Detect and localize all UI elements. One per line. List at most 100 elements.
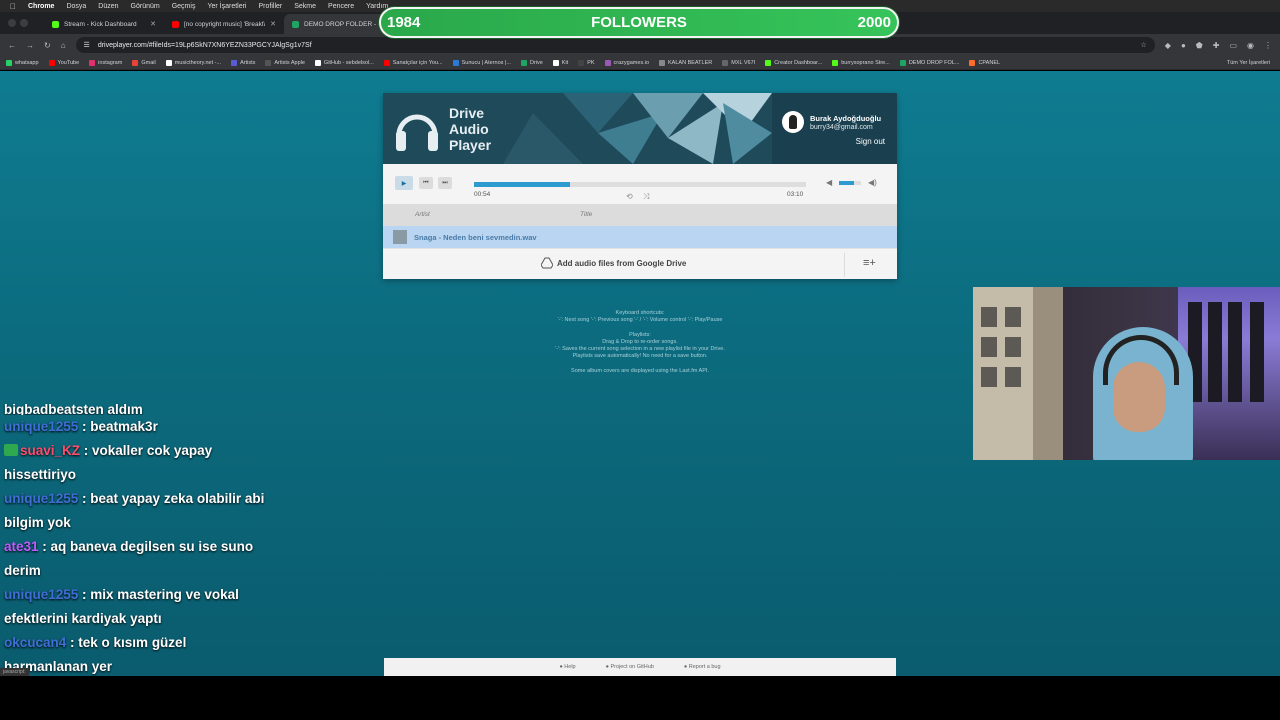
profile-icon[interactable]: ◉ [1247, 41, 1254, 50]
shield-icon[interactable]: ⬟ [1196, 41, 1203, 50]
chat-text: aq baneva degilsen su ise suno [50, 539, 254, 554]
player-brand: Drive Audio Player [449, 105, 491, 153]
tab-kick-dashboard[interactable]: Stream - Kick Dashboard ✕ [44, 14, 164, 34]
bookmark-item[interactable]: YouTube [48, 59, 79, 66]
mute-icon[interactable]: ◀ [826, 178, 832, 187]
title-column-header[interactable]: Title [580, 211, 592, 218]
window-controls[interactable] [8, 15, 44, 31]
bookmark-item[interactable]: musictheory.net -... [165, 59, 221, 66]
bookmark-favicon-icon [231, 59, 238, 66]
bookmark-item[interactable]: whatsapp [6, 59, 39, 66]
repeat-icon[interactable]: ⟲ [626, 192, 633, 201]
bookmark-item[interactable]: GitHub - sebdelsol... [314, 59, 374, 66]
bug-label: Report a bug [688, 664, 721, 670]
volume-slider[interactable] [839, 181, 861, 185]
playlist-add-icon[interactable]: ≡+ [863, 257, 876, 269]
bookmark-item[interactable]: Artists [231, 59, 256, 66]
menu-edit[interactable]: Düzen [98, 3, 118, 10]
bookmark-item[interactable]: MXL V67I [722, 59, 755, 66]
extension-icon[interactable]: ◆ [1165, 41, 1171, 50]
add-files-bar: Add audio files from Google Drive ≡+ [383, 248, 897, 279]
playlists-line: '-': Saves the current song selection in… [555, 346, 725, 352]
bookmark-item[interactable]: burrysoprano Stre... [832, 59, 890, 66]
puzzle-icon[interactable]: ✚ [1213, 41, 1220, 50]
bookmark-item[interactable]: crazygames.io [604, 59, 650, 66]
menu-chrome[interactable]: Chrome [28, 3, 54, 10]
stream-chat-overlay: bigbadbeatsten aldım unique1255 : beatma… [0, 403, 320, 676]
user-email: burry34@gmail.com [810, 124, 873, 131]
menu-view[interactable]: Görünüm [131, 3, 160, 10]
menu-history[interactable]: Geçmiş [172, 3, 196, 10]
help-link[interactable]: ● Help [559, 664, 575, 670]
bookmark-favicon-icon [969, 59, 976, 66]
close-icon[interactable]: ✕ [150, 20, 156, 28]
report-bug-link[interactable]: ● Report a bug [684, 664, 721, 670]
sidepanel-icon[interactable]: ▭ [1229, 41, 1237, 50]
address-bar[interactable]: ☰ driveplayer.com/#fileIds=19Lp6SkN7XN6Y… [75, 37, 1155, 53]
github-link[interactable]: ● Project on GitHub [606, 664, 654, 670]
tab-youtube-music[interactable]: [no copyright music] 'Breakfa ✕ [164, 14, 284, 34]
chat-separator: : [78, 587, 91, 602]
bookmark-star-icon[interactable]: ☆ [1141, 41, 1147, 49]
bookmark-item[interactable]: Creator Dashboar... [765, 59, 822, 66]
extension-icon[interactable]: ● [1181, 41, 1186, 50]
chat-text: vokaller cok yapay [92, 443, 213, 458]
bookmark-label: Sunucu | Aternos |... [461, 59, 511, 66]
apple-icon[interactable]:  [10, 2, 16, 11]
progress-bar[interactable] [474, 182, 806, 187]
home-icon[interactable]: ⌂ [61, 41, 66, 50]
menu-file[interactable]: Dosya [66, 3, 86, 10]
followers-label: FOLLOWERS [591, 14, 687, 31]
sign-out-link[interactable]: Sign out [856, 137, 885, 146]
bookmark-item[interactable]: Artists Apple [265, 59, 305, 66]
playlists-line: Drag & Drop to re-order songs. [602, 339, 678, 345]
shuffle-icon[interactable]: ⤨ [643, 192, 649, 202]
bookmark-favicon-icon [552, 59, 559, 66]
bookmark-item[interactable]: KALAN BEATLER [659, 59, 712, 66]
menu-window[interactable]: Pencere [328, 3, 354, 10]
followers-current: 1984 [387, 14, 421, 31]
bookmark-item[interactable]: PK [578, 59, 595, 66]
bookmark-label: Gmail [141, 59, 156, 66]
close-icon[interactable]: ✕ [270, 20, 276, 28]
current-time: 00:54 [474, 191, 491, 198]
volume-up-icon[interactable]: ◀) [868, 178, 877, 187]
next-button[interactable]: ⏭ [438, 177, 452, 189]
track-row[interactable]: Snaga - Neden beni sevmedin.wav [383, 226, 897, 248]
menu-tab[interactable]: Sekme [294, 3, 316, 10]
album-cover [393, 230, 407, 244]
menu-profiles[interactable]: Profiller [259, 3, 283, 10]
site-info-icon[interactable]: ☰ [84, 41, 90, 49]
bookmark-item[interactable]: Kit [552, 59, 568, 66]
menu-dots-icon[interactable]: ⋮ [1264, 41, 1272, 50]
bookmark-label: CPANEL [978, 59, 1001, 66]
drive-audio-player: Drive Audio Player Burak Aydoğduoğlu bur… [383, 93, 897, 279]
add-files-button[interactable]: Add audio files from Google Drive [557, 259, 686, 268]
reload-icon[interactable]: ↻ [44, 41, 51, 50]
playlists-title: Playlists: [629, 332, 651, 338]
play-button[interactable]: ▶ [395, 176, 413, 190]
brand-line: Audio [449, 121, 489, 137]
github-label: Project on GitHub [610, 664, 654, 670]
help-text: Keyboard shortcuts: '-': Next song '-': … [490, 310, 790, 383]
forward-icon[interactable]: → [26, 41, 34, 50]
bookmark-label: Artists [240, 59, 256, 66]
previous-button[interactable]: ⏮ [419, 177, 433, 189]
bookmark-item[interactable]: Sunucu | Aternos |... [452, 59, 511, 66]
bookmark-item[interactable]: Gmail [132, 59, 156, 66]
bookmark-item[interactable]: CPANEL [969, 59, 1001, 66]
bookmark-item[interactable]: DEMO DROP FOL... [899, 59, 959, 66]
bookmark-item[interactable]: Drive [520, 59, 543, 66]
all-bookmarks-button[interactable]: Tüm Yer İşaretleri [1227, 60, 1280, 66]
bookmark-item[interactable]: instagram [89, 59, 122, 66]
chat-message: okcucan4 : tek o kısım güzel [0, 631, 320, 655]
back-icon[interactable]: ← [8, 41, 16, 50]
bookmark-item[interactable]: Sanatçılar için You... [383, 59, 443, 66]
chat-message: unique1255 : beat yapay zeka olabilir ab… [0, 487, 320, 511]
chat-text-continued: bilgim yok [4, 515, 71, 530]
menu-help[interactable]: Yardım [366, 3, 388, 10]
menu-bookmarks[interactable]: Yer İşaretleri [207, 3, 246, 10]
chat-text: mix mastering ve vokal [90, 587, 239, 602]
artist-column-header[interactable]: Artist [415, 211, 430, 218]
bookmark-label: crazygames.io [613, 59, 650, 66]
